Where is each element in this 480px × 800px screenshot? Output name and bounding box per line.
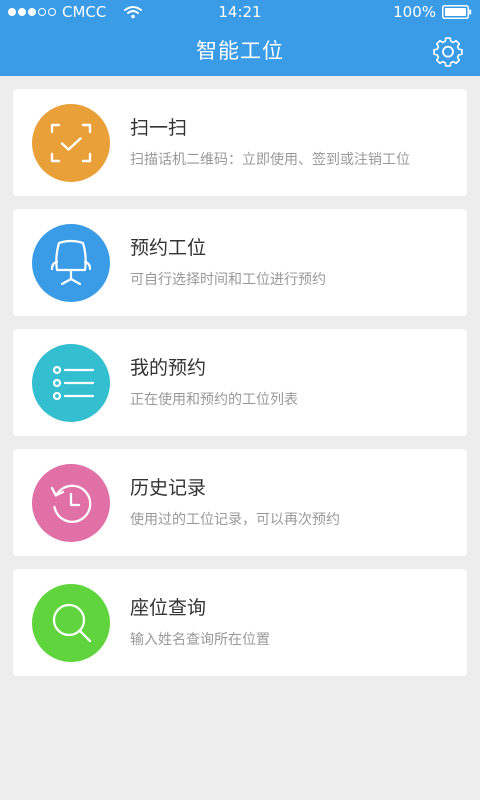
menu-card-scan[interactable]: 扫一扫 扫描话机二维码：立即使用、签到或注销工位 [13, 89, 467, 196]
magnifier-glyph [52, 603, 92, 643]
menu-card-history[interactable]: 历史记录 使用过的工位记录，可以再次预约 [13, 449, 467, 556]
office-chair-glyph [50, 239, 92, 286]
scan-check-icon [32, 104, 110, 182]
card-title: 历史记录 [130, 477, 207, 499]
battery-icon [442, 5, 472, 19]
battery-percent: 100% [393, 3, 436, 21]
menu-card-my-reservations[interactable]: 我的预约 正在使用和预约的工位列表 [13, 329, 467, 436]
card-title: 我的预约 [130, 357, 207, 379]
card-title: 座位查询 [130, 597, 207, 619]
history-clock-icon [32, 464, 110, 542]
menu-card-reserve[interactable]: 预约工位 可自行选择时间和工位进行预约 [13, 209, 467, 316]
card-title: 扫一扫 [130, 117, 188, 139]
card-description: 输入姓名查询所在位置 [130, 632, 270, 648]
menu-card-seat-search[interactable]: 座位查询 输入姓名查询所在位置 [13, 569, 467, 676]
settings-gear-icon[interactable] [432, 36, 464, 68]
list-icon [32, 344, 110, 422]
card-description: 使用过的工位记录，可以再次预约 [130, 512, 340, 528]
card-description: 扫描话机二维码：立即使用、签到或注销工位 [130, 152, 410, 168]
magnifier-icon [32, 584, 110, 662]
status-bar: CMCC 14:21 100% [0, 0, 480, 24]
card-description: 可自行选择时间和工位进行预约 [130, 272, 326, 288]
list-glyph [52, 365, 95, 401]
app-header: CMCC 14:21 100% 智能工位 [0, 0, 480, 76]
card-description: 正在使用和预约的工位列表 [130, 392, 298, 408]
card-title: 预约工位 [130, 237, 207, 259]
scan-check-glyph [50, 123, 92, 163]
history-clock-glyph [50, 484, 92, 523]
office-chair-icon [32, 224, 110, 302]
page-title: 智能工位 [196, 39, 284, 63]
status-right: 100% [393, 3, 472, 21]
